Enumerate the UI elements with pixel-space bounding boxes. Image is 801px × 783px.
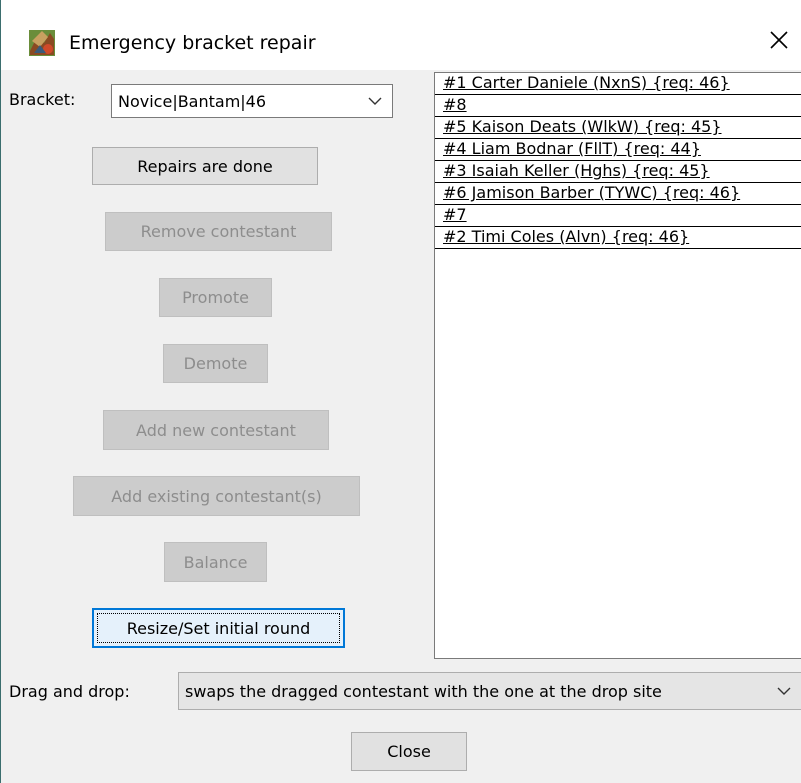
app-icon xyxy=(29,30,55,56)
dialog-window: Emergency bracket repair Bracket: Novice… xyxy=(0,0,801,783)
list-item[interactable]: #2 Timi Coles (Alvn) {req: 46} xyxy=(435,227,801,249)
repairs-done-button[interactable]: Repairs are done xyxy=(92,147,318,185)
chevron-down-icon xyxy=(777,687,791,695)
window-title: Emergency bracket repair xyxy=(69,32,316,54)
resize-initial-round-button[interactable]: Resize/Set initial round xyxy=(92,608,345,648)
list-item[interactable]: #6 Jamison Barber (TYWC) {req: 46} xyxy=(435,183,801,205)
title-bar: Emergency bracket repair xyxy=(1,0,801,70)
list-item[interactable]: #8 xyxy=(435,95,801,117)
list-item[interactable]: #3 Isaiah Keller (Hghs) {req: 45} xyxy=(435,161,801,183)
list-item[interactable]: #1 Carter Daniele (NxnS) {req: 46} xyxy=(435,73,801,95)
add-existing-contestants-button[interactable]: Add existing contestant(s) xyxy=(73,476,360,516)
list-item[interactable]: #5 Kaison Deats (WlkW) {req: 45} xyxy=(435,117,801,139)
drag-and-drop-select-value: swaps the dragged contestant with the on… xyxy=(185,681,662,701)
list-item[interactable]: #4 Liam Bodnar (FllT) {req: 44} xyxy=(435,139,801,161)
bracket-label: Bracket: xyxy=(9,90,76,109)
close-button[interactable]: Close xyxy=(351,732,467,771)
list-item[interactable]: #7 xyxy=(435,205,801,227)
bracket-select-value: Novice|Bantam|46 xyxy=(118,91,267,111)
close-icon[interactable] xyxy=(767,28,791,52)
remove-contestant-button[interactable]: Remove contestant xyxy=(105,212,332,251)
demote-button[interactable]: Demote xyxy=(163,344,268,383)
add-new-contestant-button[interactable]: Add new contestant xyxy=(103,410,329,450)
bracket-select[interactable]: Novice|Bantam|46 xyxy=(111,84,393,118)
contestant-list[interactable]: #1 Carter Daniele (NxnS) {req: 46} #8 #5… xyxy=(434,72,801,659)
drag-and-drop-label: Drag and drop: xyxy=(9,682,130,701)
chevron-down-icon xyxy=(368,97,382,105)
drag-and-drop-select[interactable]: swaps the dragged contestant with the on… xyxy=(178,672,801,710)
balance-button[interactable]: Balance xyxy=(164,542,267,582)
promote-button[interactable]: Promote xyxy=(159,278,272,317)
